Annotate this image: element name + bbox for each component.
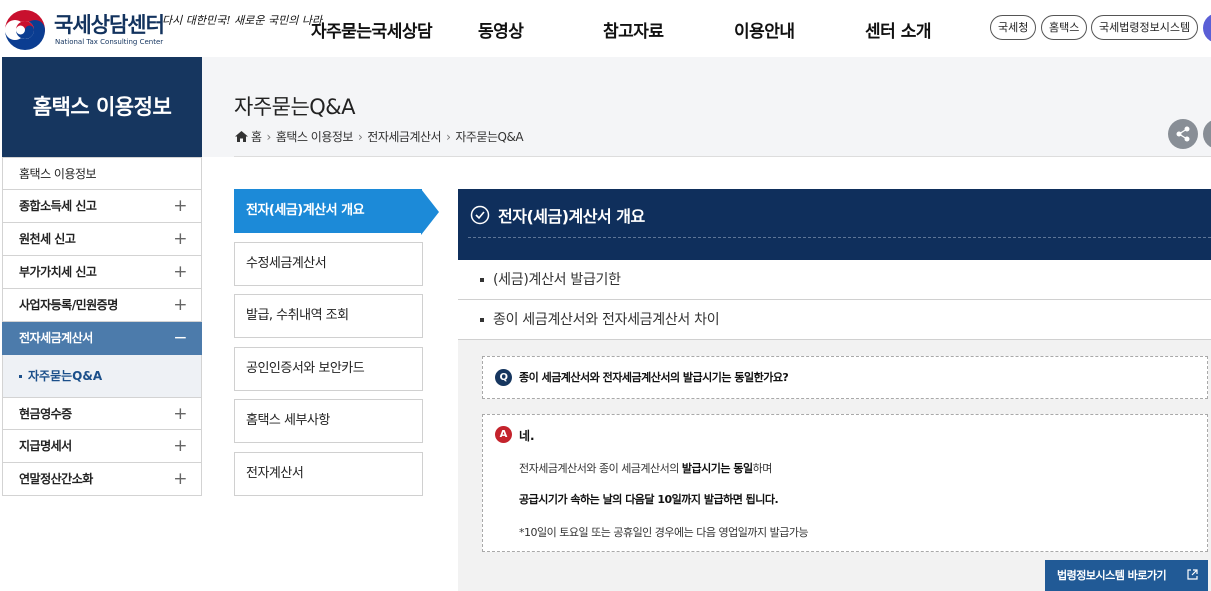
site-logo[interactable]: 국세상담센터 National Tax Consulting Center 다시… — [2, 7, 323, 51]
answer-yes: 네. — [519, 429, 535, 443]
tab-label: 수정세금계산서 — [246, 256, 327, 271]
tab-label: 홈택스 세부사항 — [246, 413, 330, 428]
share-icon — [1176, 126, 1190, 142]
expand-plus-icon[interactable]: + — [173, 398, 187, 430]
lnb-item-label: 종합소득세 신고 — [19, 199, 97, 213]
tab-e-invoice[interactable]: 전자계산서 — [234, 452, 423, 496]
tab-issuance-history[interactable]: 발급, 수취내역 조회 — [234, 294, 423, 338]
util-link-hometax[interactable]: 홈택스 — [1041, 15, 1088, 40]
divider — [234, 156, 1211, 157]
bullet-icon — [480, 318, 484, 322]
expand-plus-icon[interactable]: + — [173, 190, 187, 222]
tab-label: 공인인증서와 보안카드 — [246, 361, 365, 376]
question-badge-icon: Q — [495, 369, 512, 386]
answer-note: *10일이 토요일 또는 공휴일인 경우에는 다음 영업일까지 발급가능 — [519, 526, 809, 539]
gnb-reference[interactable]: 참고자료 — [603, 17, 664, 42]
tab-label: 전자(세금)계산서 개요 — [246, 203, 365, 218]
question-box: Q 종이 세금계산서와 전자세금계산서의 발급시기는 동일한가요? — [482, 356, 1208, 399]
expand-plus-icon[interactable]: + — [173, 256, 187, 288]
expand-plus-icon[interactable]: + — [173, 430, 187, 462]
gnb-about[interactable]: 센터 소개 — [865, 17, 931, 42]
lnb-item-income-tax[interactable]: 종합소득세 신고 + — [2, 190, 202, 223]
left-nav: 홈택스 이용정보 홈택스 이용정보 종합소득세 신고 + 원천세 신고 + 부가가치… — [2, 57, 202, 496]
tab-e-tax-invoice-overview[interactable]: 전자(세금)계산서 개요 — [234, 189, 439, 235]
topic-label: 종이 세금계산서와 전자세금계산서 차이 — [493, 312, 720, 328]
all-menu-button[interactable] — [1203, 13, 1211, 43]
bullet-icon — [19, 375, 22, 378]
util-link-lawinfo[interactable]: 국세법령정보시스템 — [1091, 15, 1199, 40]
lnb-item-label: 사업자등록/민원증명 — [19, 298, 118, 312]
tab-hometax-details[interactable]: 홈택스 세부사항 — [234, 399, 423, 443]
chevron-right-icon: › — [357, 130, 363, 144]
answer-line-2: 공급시기가 속하는 날의 다음달 10일까지 발급하면 됩니다. — [519, 493, 779, 506]
lnb-item-vat[interactable]: 부가가치세 신고 + — [2, 256, 202, 289]
topic-label: (세금)계산서 발급기한 — [493, 272, 621, 288]
tab-label: 전자계산서 — [246, 466, 304, 481]
topic-paper-vs-electronic[interactable]: 종이 세금계산서와 전자세금계산서 차이 — [458, 300, 1211, 340]
panel-header: 전자(세금)계산서 개요 — [458, 189, 1211, 260]
lnb-item-cash-receipt[interactable]: 현금영수증 + — [2, 397, 202, 430]
question-text: 종이 세금계산서와 전자세금계산서의 발급시기는 동일한가요? — [519, 371, 789, 384]
util-link-nts[interactable]: 국세청 — [990, 15, 1037, 40]
answer-box: A 네. 전자세금계산서와 종이 세금계산서의 발급시기는 동일하며 공급시기가… — [482, 414, 1208, 552]
tab-amended-invoice[interactable]: 수정세금계산서 — [234, 242, 423, 286]
panel-title: 전자(세금)계산서 개요 — [498, 207, 645, 226]
expand-plus-icon[interactable]: + — [173, 223, 187, 255]
breadcrumb-current: 자주묻는Q&A — [455, 130, 524, 144]
collapse-minus-icon[interactable]: − — [173, 322, 187, 354]
lnb-subitem-faq[interactable]: 자주묻는Q&A — [2, 355, 202, 397]
lnb-item-label: 현금영수증 — [19, 407, 72, 421]
lnb-item-business-registration[interactable]: 사업자등록/민원증명 + — [2, 289, 202, 322]
lnb-item-e-tax-invoice[interactable]: 전자세금계산서 − — [2, 322, 202, 355]
page-title: 자주묻는Q&A — [234, 95, 356, 119]
bullet-icon — [480, 278, 484, 282]
external-link-icon — [1187, 569, 1198, 580]
breadcrumb-hometax-info[interactable]: 홈택스 이용정보 — [276, 130, 354, 144]
logo-subtitle: National Tax Consulting Center — [55, 38, 164, 46]
answer-text: 전자세금계산서와 종이 세금계산서의 — [519, 462, 682, 475]
breadcrumb-home[interactable]: 홈 — [251, 130, 262, 144]
topic-issuance-deadline[interactable]: (세금)계산서 발급기한 — [458, 260, 1211, 300]
lnb-item-label: 지급명세서 — [19, 439, 72, 453]
lnb-item-label: 전자세금계산서 — [19, 331, 93, 345]
site-header: 국세상담센터 National Tax Consulting Center 다시… — [0, 0, 1211, 57]
lnb-item-label: 연말정산간소화 — [19, 472, 93, 486]
answer-line-1: 전자세금계산서와 종이 세금계산서의 발급시기는 동일하며 — [519, 460, 772, 476]
breadcrumb: 홈 › 홈택스 이용정보 › 전자세금계산서 › 자주묻는Q&A — [235, 128, 524, 145]
divider — [468, 237, 1211, 238]
button-label: 법령정보시스템 바로가기 — [1057, 569, 1167, 582]
lnb-item-label: 부가가치세 신고 — [19, 265, 97, 279]
lnb-subitem-label: 자주묻는Q&A — [28, 369, 103, 383]
gnb-guide[interactable]: 이용안내 — [734, 17, 795, 42]
lnb-item-hometax-info[interactable]: 홈택스 이용정보 — [2, 157, 202, 190]
answer-text: 하며 — [752, 462, 773, 475]
share-button[interactable] — [1168, 119, 1198, 149]
breadcrumb-e-tax-invoice[interactable]: 전자세금계산서 — [367, 130, 441, 144]
law-system-link-button[interactable]: 법령정보시스템 바로가기 — [1045, 560, 1208, 591]
home-icon — [235, 131, 248, 142]
tab-arrow-icon — [421, 189, 439, 235]
chevron-right-icon: › — [446, 130, 451, 144]
tab-label: 발급, 수취내역 조회 — [246, 308, 349, 323]
lnb-item-label: 홈택스 이용정보 — [19, 167, 97, 181]
expand-plus-icon[interactable]: + — [173, 463, 187, 495]
check-circle-icon — [470, 205, 490, 225]
lnb-item-label: 원천세 신고 — [19, 232, 76, 246]
logo-slogan: 다시 대한민국! 새로운 국민의 나라 — [162, 14, 323, 27]
expand-plus-icon[interactable]: + — [173, 289, 187, 321]
left-nav-title: 홈택스 이용정보 — [2, 57, 202, 157]
lnb-item-payment-statement[interactable]: 지급명세서 + — [2, 430, 202, 463]
gnb-faq[interactable]: 자주묻는국세상담 — [311, 17, 433, 42]
answer-emphasis: 발급시기는 동일 — [681, 462, 753, 475]
answer-badge-icon: A — [495, 426, 512, 443]
lnb-item-withholding-tax[interactable]: 원천세 신고 + — [2, 223, 202, 256]
tab-certificate-security-card[interactable]: 공인인증서와 보안카드 — [234, 347, 423, 391]
logo-title: 국세상담센터 — [54, 13, 165, 37]
gnb-video[interactable]: 동영상 — [478, 17, 524, 42]
lnb-item-year-end-settlement[interactable]: 연말정산간소화 + — [2, 463, 202, 496]
chevron-right-icon: › — [266, 130, 272, 144]
taeguk-emblem-icon — [5, 10, 45, 50]
